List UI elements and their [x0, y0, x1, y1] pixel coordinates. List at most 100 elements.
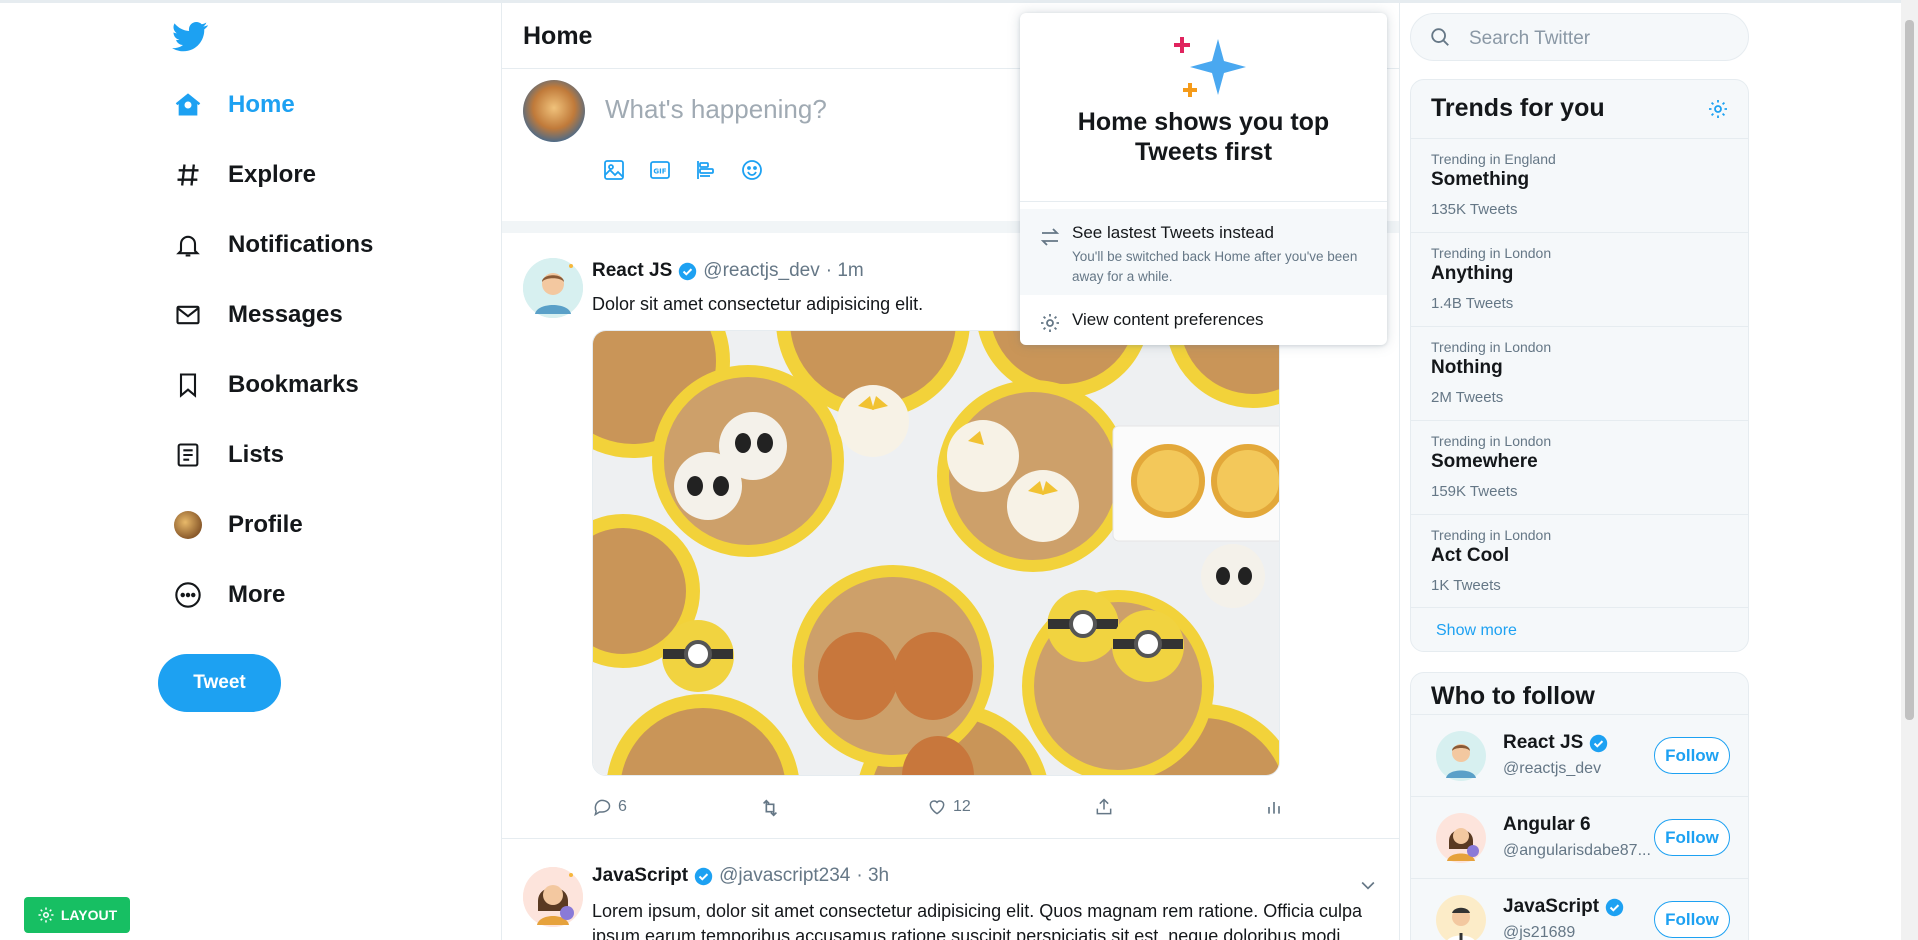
user-name: React JS [1503, 732, 1584, 753]
image-icon[interactable] [599, 155, 629, 185]
reply-icon [594, 799, 611, 817]
follow-button[interactable]: Follow [1654, 819, 1730, 856]
hashtag-icon [172, 159, 204, 191]
search-bar[interactable]: Search Twitter [1410, 13, 1749, 61]
user-name: Angular 6 [1503, 814, 1591, 835]
left-navigation: Home Explore Notifications Messages Book… [160, 0, 500, 940]
follow-button[interactable]: Follow [1654, 737, 1730, 774]
content-preferences-option[interactable]: View content preferences [1020, 307, 1387, 337]
trend-count: 135K Tweets [1431, 201, 1518, 218]
tweet-item[interactable]: JavaScript @javascript234 · 3h Lorem ips… [502, 839, 1399, 940]
trend-item[interactable]: Trending in England Something 135K Tweet… [1411, 138, 1748, 232]
popup-title: Home shows you top Tweets first [1077, 108, 1330, 166]
sparkle-icon [1174, 37, 1246, 97]
trend-name: Act Cool [1431, 545, 1510, 566]
show-more-link[interactable]: Show more [1411, 607, 1748, 651]
trend-name: Somewhere [1431, 451, 1538, 472]
nav-item-more[interactable]: More [172, 570, 285, 620]
trend-count: 2M Tweets [1431, 389, 1504, 406]
gear-icon[interactable] [1706, 97, 1730, 121]
tweet-button[interactable]: Tweet [158, 654, 281, 712]
tweet-composer-input[interactable]: What's happening? [605, 94, 827, 125]
nav-label-bookmarks: Bookmarks [228, 371, 359, 398]
page-scrollbar[interactable] [1901, 0, 1918, 940]
nav-item-profile[interactable]: Profile [172, 500, 303, 550]
search-input[interactable]: Search Twitter [1469, 28, 1590, 50]
trend-item[interactable]: Trending in London Act Cool 1K Tweets [1411, 514, 1748, 608]
follow-suggestion[interactable]: JavaScript @js21689 Follow [1411, 878, 1748, 940]
tweet-author-handle[interactable]: @javascript234 [719, 865, 850, 887]
emoji-icon[interactable] [737, 155, 767, 185]
tweet-author-handle[interactable]: @reactjs_dev [703, 260, 819, 282]
trend-item[interactable]: Trending in London Anything 1.4B Tweets [1411, 232, 1748, 326]
scrollbar-thumb[interactable] [1905, 20, 1914, 720]
user-name: JavaScript [1503, 896, 1600, 917]
follow-button[interactable]: Follow [1654, 901, 1730, 938]
search-icon [1431, 28, 1449, 46]
analytics-button[interactable] [1264, 797, 1284, 817]
tweet-text: Dolor sit amet consectetur adipisicing e… [592, 294, 924, 314]
trend-context: Trending in London [1431, 245, 1552, 261]
tweet-author-name[interactable]: React JS [592, 260, 672, 282]
nav-item-notifications[interactable]: Notifications [172, 220, 373, 270]
avatar[interactable] [523, 258, 583, 318]
nav-label-more: More [228, 581, 286, 608]
tweet-image[interactable] [592, 330, 1280, 776]
bell-icon [172, 229, 204, 261]
nav-item-messages[interactable]: Messages [172, 290, 343, 340]
trend-count: 159K Tweets [1431, 483, 1518, 500]
heart-icon [929, 800, 945, 815]
nav-item-explore[interactable]: Explore [172, 150, 316, 200]
nav-item-home[interactable]: Home [172, 80, 295, 130]
avatar[interactable] [1436, 731, 1486, 781]
avatar [174, 511, 202, 539]
nav-label-lists: Lists [228, 441, 285, 468]
tweet-author-name[interactable]: JavaScript [592, 865, 688, 887]
twitter-logo-icon[interactable] [172, 18, 210, 56]
gif-icon[interactable]: GIF [645, 155, 675, 185]
retweet-icon [762, 799, 778, 817]
like-button[interactable]: 12 [927, 797, 971, 817]
see-latest-tweets-option[interactable]: See lastest Tweets instead You'll be swi… [1020, 209, 1387, 295]
analytics-icon [1268, 802, 1280, 814]
follow-suggestion[interactable]: Angular 6 @angularisdabe87... Follow [1411, 796, 1748, 878]
layout-button-label: LAYOUT [60, 907, 118, 923]
tweet-timestamp[interactable]: · 1m [826, 260, 864, 282]
follow-suggestion[interactable]: React JS @reactjs_dev Follow [1411, 714, 1748, 796]
verified-badge-icon [1590, 734, 1608, 752]
nav-item-bookmarks[interactable]: Bookmarks [172, 360, 359, 410]
nav-label-explore: Explore [228, 161, 317, 188]
nav-label-home: Home [228, 91, 295, 118]
trend-item[interactable]: Trending in London Nothing 2M Tweets [1411, 326, 1748, 420]
tweet-actions: 6 12 [592, 797, 1282, 827]
retweet-button[interactable] [759, 797, 781, 819]
avatar[interactable] [523, 80, 585, 142]
layout-button[interactable]: LAYOUT [24, 897, 130, 933]
bookmark-icon [172, 369, 204, 401]
option-title: View content preferences [1072, 310, 1264, 329]
verified-badge-icon [694, 867, 713, 885]
who-to-follow-title: Who to follow [1431, 682, 1595, 710]
reply-button[interactable]: 6 [592, 797, 627, 817]
trend-context: Trending in England [1431, 151, 1556, 167]
chevron-down-icon[interactable] [1358, 875, 1378, 895]
like-count: 12 [953, 798, 971, 815]
avatar[interactable] [1436, 813, 1486, 863]
avatar[interactable] [523, 867, 583, 927]
option-description: You'll be switched back Home after you'v… [1072, 249, 1358, 284]
nav-item-lists[interactable]: Lists [172, 430, 284, 480]
avatar[interactable] [1436, 895, 1486, 940]
trend-item[interactable]: Trending in London Somewhere 159K Tweets [1411, 420, 1748, 514]
trend-context: Trending in London [1431, 527, 1552, 543]
nav-label-profile: Profile [228, 511, 303, 538]
more-circle-icon [172, 579, 204, 611]
tweet-timestamp[interactable]: · 3h [856, 865, 889, 887]
share-button[interactable] [1094, 797, 1114, 817]
poll-icon[interactable] [691, 155, 721, 185]
nav-label-messages: Messages [228, 301, 343, 328]
trend-name: Anything [1431, 263, 1514, 284]
home-icon [172, 89, 204, 121]
nav-label-notifications: Notifications [228, 231, 374, 258]
user-handle: @angularisdabe87... [1503, 842, 1651, 859]
trend-count: 1K Tweets [1431, 577, 1501, 594]
